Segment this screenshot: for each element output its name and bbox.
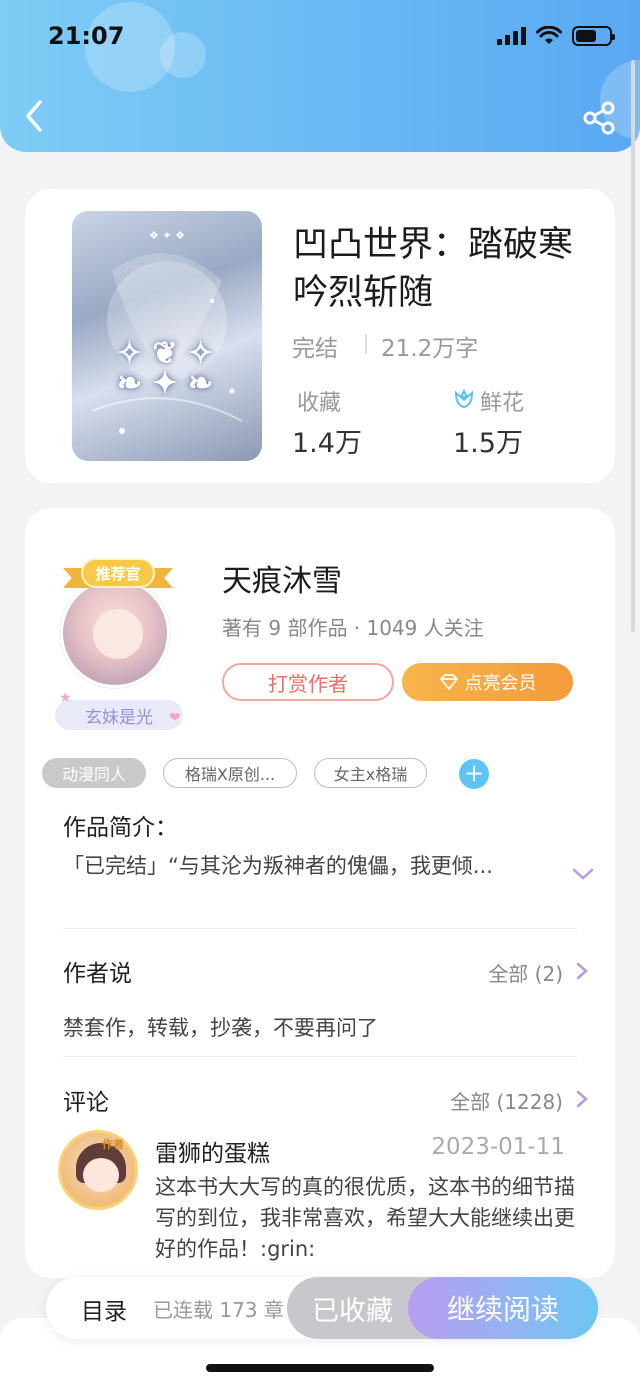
share-icon[interactable] [582,100,618,136]
fan-tag-label: 玄妹是光 [85,707,153,728]
divider [365,334,367,354]
book-status: 完结 [292,336,338,362]
chevron-down-icon[interactable] [571,866,595,882]
badge-label: 推荐官 [95,564,141,583]
book-cover[interactable]: ❖ ✦ ❖ ✧ ❦ ✧ ❧ ✦ ❧ [72,211,262,461]
book-info-card: ❖ ✦ ❖ ✧ ❦ ✧ ❧ ✦ ❧ 凹凸世界：踏破寒吟烈斩随 完结 21.2万字 … [25,189,615,483]
heart-icon: ❤ [169,710,181,726]
divider [63,928,577,929]
toc-button[interactable]: 目录 [81,1292,127,1326]
favorites-value: 1.4万 [292,428,362,459]
serial-info: 已连载 173 章 [153,1298,284,1322]
flowers-label: 鲜花 [480,391,525,416]
recommender-badge: 推荐官 [63,558,173,592]
author-name[interactable]: 天痕沐雪 [222,556,342,600]
status-time: 21:07 [48,22,125,50]
wifi-icon [536,26,562,44]
author-info: 著有 9 部作品 · 1049 人关注 [222,616,484,640]
vip-button-label: 点亮会员 [464,673,537,694]
fan-tag[interactable]: 玄妹是光 [55,700,183,730]
tip-author-button[interactable]: 打赏作者 [222,663,394,701]
book-word-count: 21.2万字 [381,336,479,362]
decor-bubble [160,32,206,78]
signal-icon [497,27,526,45]
add-tag-button[interactable]: + [459,759,489,789]
chevron-right-icon[interactable] [575,961,589,981]
avatar-face [93,609,143,659]
favorites-label: 收藏 [297,391,342,416]
comments-title: 评论 [63,1090,109,1116]
comment-date: 2023-01-11 [431,1134,565,1160]
home-indicator[interactable] [206,1364,434,1372]
comments-more-link[interactable]: 全部 (1228) [450,1086,563,1115]
status-icons [497,26,615,46]
commenter-name[interactable]: 雷狮的蛋糕 [155,1134,270,1168]
commenter-avatar[interactable] [58,1130,138,1210]
comment-text[interactable]: 这本书大大写的真的很优质，这本书的细节描写的到位，我非常喜欢，希望大大能继续出更… [155,1172,575,1265]
vip-button[interactable]: 点亮会员 [402,663,573,701]
back-icon[interactable] [20,96,50,136]
flowers-value: 1.5万 [453,428,523,459]
author-mark-badge: 作者 [102,1138,124,1151]
diamond-icon [439,674,458,690]
tag-item[interactable]: 女主x格瑞 [314,758,427,788]
intro-text[interactable]: 「已完结」“与其沦为叛神者的傀儡，我更倾... [63,850,563,880]
battery-icon [572,26,615,46]
flower-icon [454,388,474,409]
author-say-more-link[interactable]: 全部 (2) [488,958,563,987]
intro-title: 作品简介： [63,815,178,841]
cover-title-art: ✧ ❦ ✧ ❧ ✦ ❧ [116,336,214,401]
header: 21:07 [0,0,640,152]
scrollbar[interactable] [631,60,635,632]
book-title: 凹凸世界：踏破寒吟烈斩随 [293,225,574,313]
author-say-title: 作者说 [63,961,132,987]
continue-reading-button[interactable]: 继续阅读 [408,1277,598,1339]
star-icon: ★ [59,690,72,706]
avatar-face [83,1158,119,1192]
tag-item[interactable]: 动漫同人 [42,758,146,788]
tag-item[interactable]: 格瑞X原创... [163,758,297,788]
author-say-text: 禁套作，转载，抄袭，不要再问了 [63,1016,378,1040]
divider [63,1056,577,1057]
details-card: 推荐官 玄妹是光 ❤ ★ 天痕沐雪 著有 9 部作品 · 1049 人关注 打赏… [25,508,615,1278]
author-avatar[interactable] [60,578,170,688]
chevron-right-icon[interactable] [575,1089,589,1109]
